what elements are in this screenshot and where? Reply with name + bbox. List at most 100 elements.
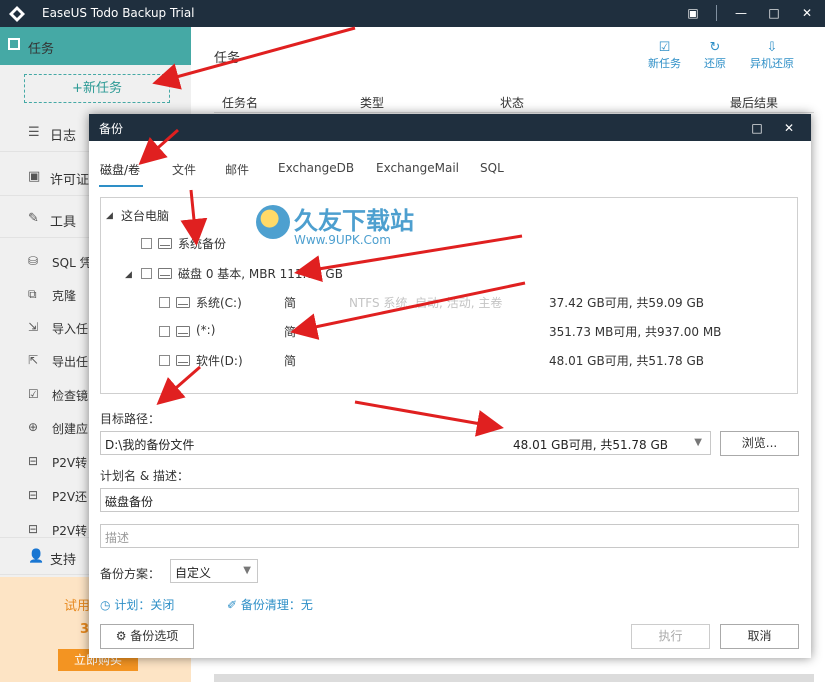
- restore-icon[interactable]: ▣: [682, 3, 704, 23]
- partition-type: 简: [284, 296, 297, 310]
- plan-label: 计划名 & 描述：: [100, 469, 189, 483]
- sidebar-item-label: 许可证: [50, 173, 90, 188]
- schedule-link[interactable]: ◷ 计划：关闭: [100, 596, 174, 613]
- drive-icon: [158, 238, 172, 249]
- column-header[interactable]: 最后结果: [730, 94, 778, 111]
- restore-tool-button[interactable]: ↻ 还原: [704, 40, 726, 71]
- sidebar-subitem-label: 创建应: [52, 422, 89, 436]
- restore-tool-icon: ↻: [709, 40, 721, 55]
- system-backup-label[interactable]: 系统备份: [178, 235, 226, 252]
- partition-space: 37.42 GB可用, 共59.09 GB: [549, 296, 705, 310]
- remote-restore-tool-button[interactable]: ⇩ 异机还原: [750, 40, 794, 71]
- partition-info: NTFS 系统, 启动, 活动, 主卷: [349, 296, 503, 310]
- collapse-icon[interactable]: ◢: [106, 211, 113, 221]
- disk0-checkbox[interactable]: [141, 268, 152, 279]
- tab-exchangemail[interactable]: ExchangeMail: [376, 161, 459, 175]
- column-header[interactable]: 状态: [500, 94, 524, 111]
- tab-mail[interactable]: 邮件: [225, 161, 249, 178]
- sidebar-item-label: 任务: [28, 42, 55, 57]
- new-task-icon: ☑: [658, 40, 671, 55]
- partition-name: (*:): [196, 323, 216, 337]
- chevron-down-icon: ▼: [243, 565, 251, 576]
- trial-text: 试用: [64, 599, 91, 614]
- column-header[interactable]: 类型: [360, 94, 384, 111]
- scheme-value: 自定义: [175, 566, 212, 580]
- close-icon[interactable]: ✕: [796, 3, 818, 23]
- disk0-label[interactable]: 磁盘 0 基本, MBR 111.79 GB: [178, 265, 343, 282]
- collapse-icon[interactable]: ◢: [125, 270, 132, 280]
- backup-dialog: 备份 □ ✕ 磁盘/卷 文件 邮件 ExchangeDB ExchangeMai…: [89, 114, 811, 658]
- gear-icon: ⚙: [115, 629, 127, 643]
- sidebar-subitem-label: P2V还: [52, 490, 88, 504]
- wrench-icon: ✎: [28, 211, 39, 226]
- partition-type: 简: [284, 325, 297, 339]
- drive-icon: [176, 326, 190, 337]
- column-header[interactable]: 任务名: [222, 94, 258, 111]
- app-titlebar: EaseUS Todo Backup Trial ▣ — □ ✕: [0, 0, 825, 27]
- browse-button[interactable]: 浏览...: [720, 431, 799, 456]
- target-space: 48.01 GB可用, 共51.78 GB: [513, 438, 669, 452]
- partition-type: 简: [284, 354, 297, 368]
- target-path-field[interactable]: D:\我的备份文件 48.01 GB可用, 共51.78 GB ▼: [100, 431, 711, 455]
- backup-options-button[interactable]: ⚙ 备份选项: [100, 624, 194, 649]
- new-task-button[interactable]: +新任务: [24, 74, 170, 103]
- disk-tree: ◢ 这台电脑 系统备份 ◢ 磁盘 0 基本, MBR 111.79 GB 系统(…: [100, 197, 798, 394]
- import-icon: ⇲: [28, 320, 39, 334]
- sidebar-subitem-label: SQL 凭: [52, 256, 92, 270]
- plan-name-field[interactable]: 磁盘备份: [100, 488, 799, 512]
- partition-c-checkbox[interactable]: [159, 297, 170, 308]
- dialog-titlebar: 备份 □ ✕: [89, 114, 811, 141]
- tab-disk-volume[interactable]: 磁盘/卷: [100, 161, 140, 178]
- tab-exchangedb[interactable]: ExchangeDB: [278, 161, 354, 175]
- partition-name: 系统(C:): [196, 296, 242, 310]
- remote-restore-icon: ⇩: [766, 40, 778, 55]
- drive-icon: [176, 297, 190, 308]
- watermark-logo-icon: [256, 205, 290, 239]
- execute-button[interactable]: 执行: [631, 624, 710, 649]
- partition-space: 351.73 MB可用, 共937.00 MB: [549, 325, 722, 339]
- description-field[interactable]: 描述: [100, 524, 799, 548]
- broom-icon: ✐: [227, 598, 238, 612]
- trial-days: 3: [80, 622, 90, 637]
- new-task-tool-button[interactable]: ☑ 新任务: [648, 40, 681, 71]
- task-table-header: 任务名 类型 状态 最后结果: [214, 88, 814, 113]
- export-icon: ⇱: [28, 353, 39, 367]
- chevron-down-icon[interactable]: ▼: [694, 437, 702, 448]
- partition-d-checkbox[interactable]: [159, 355, 170, 366]
- dialog-maximize-icon[interactable]: □: [747, 118, 767, 138]
- cancel-button[interactable]: 取消: [720, 624, 799, 649]
- partition-name: 软件(D:): [196, 354, 243, 368]
- tab-file[interactable]: 文件: [172, 161, 196, 178]
- cleanup-link[interactable]: ✐ 备份清理：无: [227, 596, 313, 613]
- sidebar-item-task[interactable]: 任务: [0, 27, 191, 65]
- system-backup-checkbox[interactable]: [141, 238, 152, 249]
- drive-icon: [158, 268, 172, 279]
- dialog-close-icon[interactable]: ✕: [779, 118, 799, 138]
- watermark-url: Www.9UPK.Com: [294, 233, 391, 247]
- horizontal-scrollbar[interactable]: [214, 674, 814, 682]
- p2v-icon: ⊟: [28, 522, 39, 536]
- app-logo-icon: [9, 6, 25, 22]
- tool-label: 异机还原: [750, 57, 794, 70]
- sidebar-subitem-label: 导入任: [52, 322, 89, 336]
- sidebar-item-label: 工具: [50, 215, 77, 230]
- cleanup-text: 备份清理：无: [240, 598, 313, 612]
- maximize-icon[interactable]: □: [763, 3, 785, 23]
- database-icon: ⛁: [28, 254, 39, 268]
- partition-space: 48.01 GB可用, 共51.78 GB: [549, 354, 705, 368]
- tool-label: 还原: [704, 57, 726, 70]
- minimize-icon[interactable]: —: [730, 3, 752, 23]
- scheme-select[interactable]: 自定义 ▼: [170, 559, 258, 583]
- clone-icon: ⧉: [28, 287, 37, 301]
- tab-sql[interactable]: SQL: [480, 161, 504, 175]
- task-check-icon: [8, 38, 20, 50]
- target-path-value: D:\我的备份文件: [105, 438, 195, 452]
- license-icon: ▣: [28, 169, 41, 184]
- tree-root-label[interactable]: 这台电脑: [121, 207, 169, 224]
- partition-star-checkbox[interactable]: [159, 326, 170, 337]
- log-icon: ☰: [28, 125, 40, 140]
- p2v-icon: ⊟: [28, 488, 39, 502]
- titlebar-divider: [716, 5, 717, 21]
- schedule-text: 计划：关闭: [114, 598, 175, 612]
- watermark: 久友下载站 Www.9UPK.Com: [236, 201, 414, 249]
